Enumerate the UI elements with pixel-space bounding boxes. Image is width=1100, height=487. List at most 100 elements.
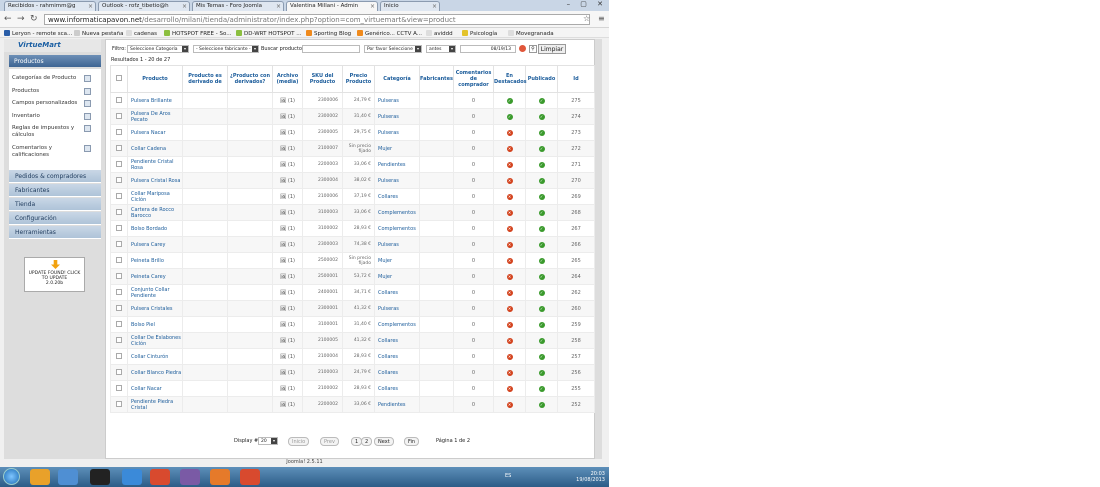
check-icon[interactable]: ✓ [538, 401, 545, 408]
back-icon[interactable]: ← [4, 14, 12, 24]
cross-icon[interactable]: ✕ [506, 241, 513, 248]
sidebar-item-categorias[interactable]: Categorías de Producto [12, 75, 84, 82]
display-select[interactable]: 20 ▾ [258, 437, 278, 445]
media-icon[interactable] [58, 469, 78, 485]
table-row[interactable]: Collar Blanco Piedra 🖼 (1) 2100003 24,79 € C… [110, 364, 595, 381]
row-select-cell[interactable] [110, 92, 128, 109]
row-checkbox[interactable] [116, 128, 122, 135]
search-input[interactable] [302, 45, 360, 53]
tab-admin[interactable]: Valentina Millani - Admin × [286, 1, 378, 11]
col-header[interactable]: Producto es derivado de [182, 65, 228, 93]
row-select-cell[interactable] [110, 332, 128, 349]
start-button[interactable]: Inicio [288, 437, 310, 446]
category-link[interactable]: Pulseras [374, 124, 420, 141]
sidebar-item-tienda[interactable]: Tienda [9, 198, 101, 211]
row-select-cell[interactable] [110, 108, 128, 125]
row-checkbox[interactable] [116, 384, 122, 391]
published-cell[interactable]: ✓ [525, 124, 558, 141]
check-icon[interactable]: ✓ [538, 353, 545, 360]
featured-cell[interactable]: ✕ [493, 156, 526, 173]
category-link[interactable]: Pendientes [374, 156, 420, 173]
check-icon[interactable]: ✓ [538, 305, 545, 312]
col-header[interactable]: Archivo (media) [272, 65, 303, 93]
check-icon[interactable]: ✓ [538, 337, 545, 344]
check-icon[interactable]: ✓ [506, 113, 513, 120]
col-header[interactable]: Precio Producto [342, 65, 375, 93]
row-checkbox[interactable] [116, 304, 122, 311]
media-cell[interactable]: 🖼 (1) [272, 140, 303, 157]
date-input[interactable]: 08/19/13 [460, 45, 516, 53]
published-cell[interactable]: ✓ [525, 348, 558, 365]
featured-cell[interactable]: ✕ [493, 396, 526, 413]
ie-icon[interactable] [122, 469, 142, 485]
media-cell[interactable]: 🖼 (1) [272, 316, 303, 333]
chrome-icon[interactable] [150, 469, 170, 485]
category-link[interactable]: Complementos [374, 316, 420, 333]
row-select-cell[interactable] [110, 252, 128, 269]
bookmark-item[interactable]: Nueva pestaña [74, 30, 123, 37]
row-select-cell[interactable] [110, 268, 128, 285]
date-mode-select[interactable]: Por favor Seleccione ▾ [364, 45, 422, 53]
star-icon[interactable]: ☆ [583, 14, 590, 23]
sidebar-item-fabricantes[interactable]: Fabricantes [9, 184, 101, 197]
published-cell[interactable]: ✓ [525, 156, 558, 173]
product-name-link[interactable]: Pulsera Brillante [127, 92, 183, 109]
published-cell[interactable]: ✓ [525, 332, 558, 349]
table-row[interactable]: Peineta Brillo 🖼 (1) 2500002 Sin precio fij… [110, 252, 595, 269]
row-select-cell[interactable] [110, 300, 128, 317]
bookmark-item[interactable]: DD-WRT HOTSPOT ... [236, 30, 302, 37]
explorer-icon[interactable] [30, 469, 50, 485]
row-select-cell[interactable] [110, 204, 128, 221]
featured-cell[interactable]: ✕ [493, 140, 526, 157]
featured-cell[interactable]: ✕ [493, 316, 526, 333]
published-cell[interactable]: ✓ [525, 252, 558, 269]
category-link[interactable]: Collares [374, 364, 420, 381]
tab-inicio[interactable]: Inicio × [380, 1, 440, 11]
row-select-cell[interactable] [110, 156, 128, 173]
firefox-icon[interactable] [210, 469, 230, 485]
check-icon[interactable]: ✓ [538, 289, 545, 296]
product-name-link[interactable]: Collar De Eslabones Ciclón [127, 332, 183, 349]
cross-icon[interactable]: ✕ [506, 193, 513, 200]
category-link[interactable]: Mujer [374, 268, 420, 285]
product-name-link[interactable]: Bolso Bordado [127, 220, 183, 237]
search-go-icon[interactable]: ⚲ [529, 45, 537, 53]
window-controls[interactable]: – ▢ ✕ [567, 0, 607, 8]
product-name-link[interactable]: Cartera de Rocco Barocco [127, 204, 183, 221]
category-link[interactable]: Collares [374, 348, 420, 365]
row-select-cell[interactable] [110, 284, 128, 301]
check-icon[interactable]: ✓ [538, 145, 545, 152]
check-icon[interactable]: ✓ [538, 209, 545, 216]
category-link[interactable]: Pulseras [374, 236, 420, 253]
table-row[interactable]: Pulsera De Aros Pecato 🖼 (1) 2300002 31,40 … [110, 108, 595, 125]
category-link[interactable]: Pulseras [374, 300, 420, 317]
check-icon[interactable]: ✓ [538, 97, 545, 104]
cross-icon[interactable]: ✕ [506, 145, 513, 152]
sidebar-item-campos[interactable]: Campos personalizados [12, 100, 84, 107]
published-cell[interactable]: ✓ [525, 140, 558, 157]
published-cell[interactable]: ✓ [525, 172, 558, 189]
product-name-link[interactable]: Collar Blanco Piedra [127, 364, 183, 381]
featured-cell[interactable]: ✕ [493, 172, 526, 189]
cross-icon[interactable]: ✕ [506, 385, 513, 392]
featured-cell[interactable]: ✕ [493, 380, 526, 397]
row-checkbox[interactable] [116, 352, 122, 359]
featured-cell[interactable]: ✕ [493, 332, 526, 349]
row-select-cell[interactable] [110, 124, 128, 141]
row-checkbox[interactable] [116, 208, 122, 215]
bookmark-item[interactable]: Movegranada [508, 30, 554, 37]
select-all-header[interactable] [110, 65, 128, 93]
media-cell[interactable]: 🖼 (1) [272, 92, 303, 109]
table-row[interactable]: Pendiente Cristal Rosa 🖼 (1) 2200003 33,06 … [110, 156, 595, 173]
published-cell[interactable]: ✓ [525, 284, 558, 301]
featured-cell[interactable]: ✕ [493, 348, 526, 365]
start-button[interactable] [3, 468, 20, 485]
product-name-link[interactable]: Pulsera Cristales [127, 300, 183, 317]
cross-icon[interactable]: ✕ [506, 369, 513, 376]
sidebar-item-herramientas[interactable]: Herramientas [9, 226, 101, 239]
sidebar-item-inventario[interactable]: Inventario [12, 113, 84, 120]
media-cell[interactable]: 🖼 (1) [272, 300, 303, 317]
category-link[interactable]: Complementos [374, 204, 420, 221]
product-name-link[interactable]: Collar Nacar [127, 380, 183, 397]
published-cell[interactable]: ✓ [525, 236, 558, 253]
